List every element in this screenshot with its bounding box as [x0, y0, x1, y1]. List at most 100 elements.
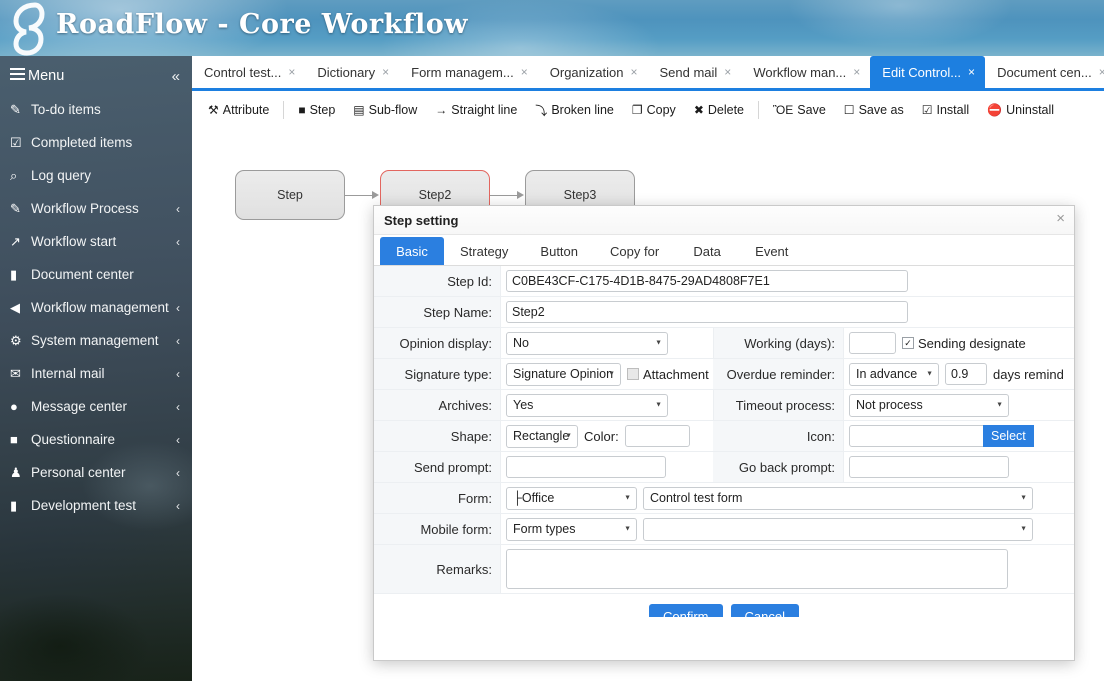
- close-icon[interactable]: ×: [1056, 211, 1065, 227]
- toolbar-install-button[interactable]: ☑ Install: [913, 98, 978, 122]
- workflow-node-1[interactable]: Step: [235, 170, 345, 220]
- dialog-tab-basic[interactable]: Basic: [380, 237, 444, 265]
- overdue-days-input[interactable]: [945, 363, 987, 385]
- tab-close-icon[interactable]: ×: [521, 65, 528, 79]
- tab-close-icon[interactable]: ×: [968, 65, 975, 79]
- toolbar-uninstall-button[interactable]: ⛔ Uninstall: [978, 98, 1063, 122]
- toolbar-button-label: Uninstall: [1006, 103, 1055, 117]
- toolbar-attribute-button[interactable]: ⚒ Attribute: [199, 98, 278, 122]
- chevron-left-icon: ‹: [176, 201, 180, 216]
- toolbar-button-label: Save as: [858, 103, 904, 117]
- sidebar-item-workflow-management[interactable]: ◀ Workflow management ‹: [0, 291, 192, 324]
- shape-select[interactable]: Rectangle: [506, 424, 578, 448]
- sidebar-item-to-do-items[interactable]: ✎ To-do items: [0, 93, 192, 126]
- sidebar-collapse-icon[interactable]: «: [172, 68, 180, 85]
- mobile-form-label: Mobile form:: [374, 514, 501, 544]
- install-check-icon: ☑: [921, 103, 933, 117]
- sidebar-item-message-center[interactable]: ● Message center ‹: [0, 390, 192, 423]
- sidebar-item-document-center[interactable]: ▮ Document center: [0, 258, 192, 291]
- tab-send-mail[interactable]: Send mail ×: [647, 56, 741, 88]
- tab-control-test[interactable]: Control test... ×: [192, 56, 305, 88]
- wrench-icon: ⚒: [208, 103, 219, 117]
- sidebar-item-personal-center[interactable]: ♟ Personal center ‹: [0, 456, 192, 489]
- field-row-step-id: Step Id:: [374, 266, 1074, 297]
- sidebar-item-questionnaire[interactable]: ■ Questionnaire ‹: [0, 423, 192, 456]
- signature-type-select[interactable]: Signature Opinion: [506, 362, 621, 386]
- sidebar-item-workflow-process[interactable]: ✎ Workflow Process ‹: [0, 192, 192, 225]
- tab-close-icon[interactable]: ×: [853, 65, 860, 79]
- attachment-checkbox[interactable]: Attachment: [627, 367, 709, 382]
- timeout-process-select[interactable]: Not process: [849, 393, 1009, 417]
- toolbar-save-button[interactable]: ὋE Save: [764, 98, 835, 122]
- toolbar-save-as-button[interactable]: ☐ Save as: [835, 98, 913, 122]
- tab-close-icon[interactable]: ×: [630, 65, 637, 79]
- color-label: Color:: [584, 428, 619, 444]
- remarks-textarea[interactable]: [506, 549, 1008, 589]
- tab-document-cen[interactable]: Document cen... ×: [985, 56, 1104, 88]
- signature-type-label: Signature type:: [374, 359, 501, 389]
- tab-label: Edit Control...: [882, 64, 962, 80]
- tab-label: Document cen...: [997, 64, 1092, 80]
- tab-organization[interactable]: Organization ×: [538, 56, 648, 88]
- toolbar-delete-button[interactable]: ✖ Delete: [685, 98, 753, 122]
- toolbar-button-label: Broken line: [551, 103, 614, 117]
- toolbar-broken-line-button[interactable]: ⤵ Broken line: [526, 98, 623, 122]
- step-name-input[interactable]: [506, 301, 908, 323]
- sidebar-item-development-test[interactable]: ▮ Development test ‹: [0, 489, 192, 522]
- toolbar-sub-flow-button[interactable]: ▤ Sub-flow: [344, 98, 426, 122]
- chat-bubble-icon: ●: [10, 399, 18, 414]
- icon-select-button[interactable]: Select: [983, 425, 1034, 447]
- sidebar-item-completed-items[interactable]: ☑ Completed items: [0, 126, 192, 159]
- tab-close-icon[interactable]: ×: [724, 65, 731, 79]
- copy-icon: ❐: [631, 103, 643, 117]
- sidebar-item-workflow-start[interactable]: ↗ Workflow start ‹: [0, 225, 192, 258]
- tab-label: Form managem...: [411, 64, 514, 80]
- sidebar-item-label: To-do items: [31, 102, 101, 117]
- chevron-left-icon: ‹: [176, 432, 180, 447]
- dialog-tab-data[interactable]: Data: [675, 237, 739, 265]
- dialog-tab-button[interactable]: Button: [524, 237, 594, 265]
- sidebar-item-internal-mail[interactable]: ✉ Internal mail ‹: [0, 357, 192, 390]
- sidebar-menu-header[interactable]: Menu «: [0, 59, 192, 93]
- dialog-tab-strategy[interactable]: Strategy: [444, 237, 524, 265]
- toolbar-button-label: Copy: [646, 103, 676, 117]
- mobile-form-type-select[interactable]: Form types: [506, 517, 637, 541]
- overdue-reminder-select[interactable]: In advance: [849, 362, 939, 386]
- dialog-tab-copy-for[interactable]: Copy for: [594, 237, 675, 265]
- archives-select[interactable]: Yes: [506, 393, 668, 417]
- go-back-prompt-input[interactable]: [849, 456, 1009, 478]
- form-name-select[interactable]: Control test form: [643, 486, 1033, 510]
- sidebar-item-log-query[interactable]: ⌕ Log query: [0, 159, 192, 192]
- tab-close-icon[interactable]: ×: [288, 65, 295, 79]
- sending-designate-checkbox[interactable]: ✓ Sending designate: [902, 336, 1026, 351]
- chevron-left-icon: ‹: [176, 234, 180, 249]
- send-prompt-input[interactable]: [506, 456, 666, 478]
- confirm-button[interactable]: Confirm: [649, 603, 723, 617]
- form-type-select[interactable]: ├Office: [506, 486, 637, 510]
- working-days-input[interactable]: [849, 332, 896, 354]
- field-row-shape: Shape: Rectangle Color: Icon: Select: [374, 421, 1074, 452]
- tab-edit-control[interactable]: Edit Control... ×: [870, 56, 986, 88]
- toolbar-step-button[interactable]: ■ Step: [289, 98, 344, 122]
- tab-close-icon[interactable]: ×: [382, 65, 389, 79]
- opinion-display-select[interactable]: No: [506, 331, 668, 355]
- tab-workflow-man[interactable]: Workflow man... ×: [741, 56, 870, 88]
- dialog-tab-event[interactable]: Event: [739, 237, 804, 265]
- tab-form-managem[interactable]: Form managem... ×: [399, 56, 538, 88]
- gear-icon: ⚙: [10, 332, 22, 348]
- sidebar-item-system-management[interactable]: ⚙ System management ‹: [0, 324, 192, 357]
- working-days-label: Working (days):: [713, 328, 844, 358]
- mobile-form-name-select[interactable]: [643, 517, 1033, 541]
- color-input[interactable]: [624, 425, 690, 447]
- toolbar-button-label: Install: [936, 103, 970, 117]
- remarks-label: Remarks:: [374, 545, 501, 593]
- toolbar-straight-line-button[interactable]: → Straight line: [426, 98, 526, 122]
- step-id-input[interactable]: [506, 270, 908, 292]
- sidebar: Menu « ✎ To-do items ☑ Completed items ⌕ Log …: [0, 56, 192, 681]
- broken-line-icon: ⤵: [535, 103, 548, 118]
- tab-dictionary[interactable]: Dictionary ×: [305, 56, 399, 88]
- toolbar-copy-button[interactable]: ❐ Copy: [623, 98, 685, 122]
- tab-close-icon[interactable]: ×: [1099, 65, 1104, 79]
- cancel-button[interactable]: Cancel: [730, 603, 799, 617]
- icon-field-label: Icon:: [713, 421, 844, 451]
